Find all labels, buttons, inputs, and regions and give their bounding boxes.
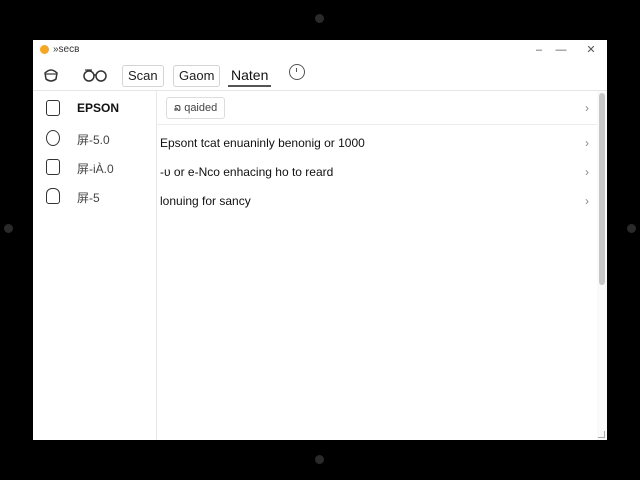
scan-button[interactable]: Scan	[122, 65, 164, 87]
app-logo-icon	[40, 45, 49, 54]
chevron-right-icon[interactable]: ›	[585, 194, 589, 208]
sidebar-item-epson[interactable]: EPSON	[33, 95, 156, 123]
toolbar: Scan Gaom Naten	[33, 60, 607, 91]
frame-dot-top	[315, 14, 324, 23]
close-button[interactable]: ✕	[583, 42, 599, 58]
folder-icon	[46, 188, 60, 204]
sidebar-item-3[interactable]: 屏-іÀ.0	[33, 154, 156, 182]
list-item[interactable]: Epsont tcat enuaninly benonig or 1000 ›	[157, 129, 597, 158]
sidebar-item-2[interactable]: 屏-5.0	[33, 125, 156, 153]
frame-dot-left	[4, 224, 13, 233]
vertical-scrollbar[interactable]	[597, 91, 607, 440]
cloud-icon[interactable]	[42, 66, 60, 84]
app-window: »ѕесв – — ✕ Scan Gaom Naten EPSON 屏-5.0	[33, 40, 607, 440]
minimize-button[interactable]: –	[531, 42, 547, 58]
glasses-icon[interactable]	[81, 66, 109, 84]
filter-chip[interactable]: ລ qaided	[166, 97, 226, 119]
sidebar-item-label: 屏-5.0	[77, 133, 110, 147]
clock-icon[interactable]	[289, 64, 305, 80]
resize-grip-icon[interactable]	[598, 431, 605, 438]
sidebar-item-4[interactable]: 屏-5	[33, 183, 156, 211]
chevron-right-icon[interactable]: ›	[585, 165, 589, 179]
title-bar: »ѕесв – — ✕	[33, 40, 607, 60]
filter-row: ລ qaided ›	[157, 91, 597, 125]
tab-naten[interactable]: Naten	[228, 65, 272, 87]
list-item-text: Epsont tcat enuaninly benonig or 1000	[160, 136, 365, 150]
chevron-right-icon[interactable]: ›	[585, 136, 589, 150]
sidebar-item-label: EPSON	[77, 101, 120, 115]
printer-icon	[46, 100, 60, 116]
sidebar-item-label: 屏-5	[77, 191, 100, 205]
main-content: ລ qaided › Epsont tcat enuaninly benonig…	[157, 91, 597, 440]
scrollbar-thumb[interactable]	[599, 93, 605, 285]
list-item-text: lonuing for sancy	[160, 194, 251, 208]
frame-dot-bottom	[315, 455, 324, 464]
list-item[interactable]: lonuing for sancy ›	[157, 187, 597, 216]
maximize-button[interactable]: —	[553, 42, 569, 58]
window-title: »ѕесв	[53, 44, 80, 55]
info-icon	[46, 130, 60, 146]
chevron-right-icon[interactable]: ›	[585, 101, 589, 115]
sidebar-item-label: 屏-іÀ.0	[77, 162, 114, 176]
sidebar: EPSON 屏-5.0 屏-іÀ.0 屏-5	[33, 91, 157, 440]
gaom-button[interactable]: Gaom	[173, 65, 221, 87]
edit-icon	[46, 159, 60, 175]
list-item[interactable]: -υ or e-Nco enhacing ho to reard ›	[157, 158, 597, 187]
list-item-text: -υ or e-Nco enhacing ho to reard	[160, 165, 334, 179]
frame-dot-right	[627, 224, 636, 233]
